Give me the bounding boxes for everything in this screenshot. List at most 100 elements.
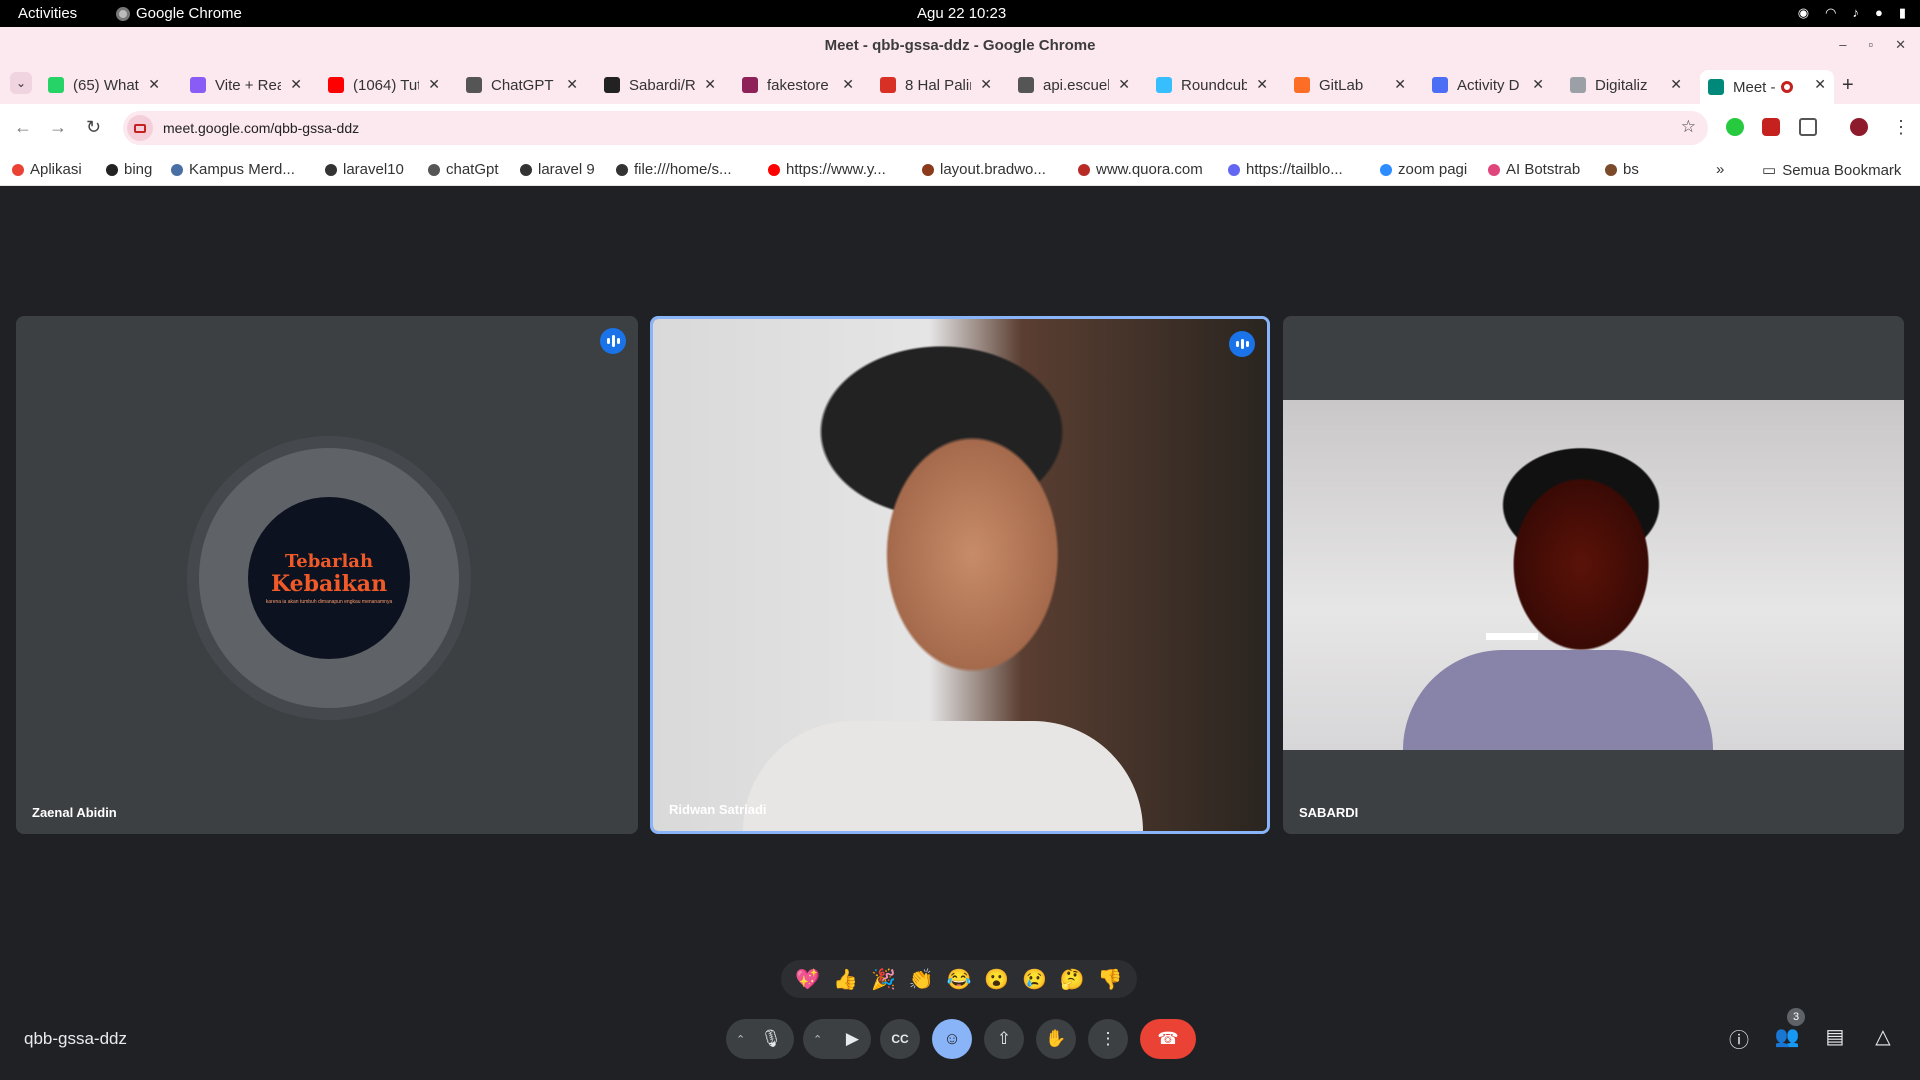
reaction-emoji[interactable]: 👍 bbox=[833, 967, 858, 992]
close-icon[interactable]: ✕ bbox=[1895, 37, 1906, 53]
site-info-icon[interactable] bbox=[127, 115, 153, 141]
chat-icon[interactable]: ▤ bbox=[1821, 1024, 1849, 1049]
bookmark-item[interactable]: AI Botstrab bbox=[1488, 161, 1580, 178]
browser-tab[interactable]: api.escuel ✕ bbox=[1010, 70, 1138, 100]
browser-tab[interactable]: Activity D ✕ bbox=[1424, 70, 1552, 100]
activities-button[interactable]: Activities bbox=[18, 5, 77, 22]
tab-close-icon[interactable]: ✕ bbox=[1256, 76, 1268, 93]
reaction-emoji[interactable]: 👎 bbox=[1098, 967, 1123, 992]
bookmark-item[interactable]: file:///home/s... bbox=[616, 161, 732, 178]
tab-close-icon[interactable]: ✕ bbox=[148, 76, 160, 93]
volume-icon[interactable]: ♪ bbox=[1852, 5, 1859, 21]
bookmark-favicon-icon bbox=[1605, 163, 1617, 176]
participant-name: Ridwan Satriadi bbox=[669, 802, 767, 817]
tab-close-icon[interactable]: ✕ bbox=[842, 76, 854, 93]
reaction-emoji[interactable]: 😮 bbox=[984, 967, 1009, 992]
bookmark-item[interactable]: www.quora.com bbox=[1078, 161, 1203, 178]
battery-icon[interactable]: ▮ bbox=[1899, 5, 1906, 21]
reaction-emoji[interactable]: 🎉 bbox=[871, 967, 896, 992]
reaction-emoji[interactable]: 👏 bbox=[909, 967, 934, 992]
extension-green-icon[interactable] bbox=[1726, 118, 1744, 136]
tab-close-icon[interactable]: ✕ bbox=[1118, 76, 1130, 93]
url-text[interactable]: meet.google.com/qbb-gssa-ddz bbox=[163, 120, 359, 136]
wifi-icon[interactable]: ◠ bbox=[1825, 5, 1836, 21]
participant-tile[interactable]: Ridwan Satriadi bbox=[650, 316, 1270, 834]
camera-control[interactable]: ⌃ ▶ bbox=[803, 1019, 871, 1059]
tab-close-icon[interactable]: ✕ bbox=[1670, 76, 1682, 93]
tab-close-icon[interactable]: ✕ bbox=[1814, 76, 1826, 93]
clock[interactable]: Agu 22 10:23 bbox=[917, 5, 1006, 22]
tab-close-icon[interactable]: ✕ bbox=[980, 76, 992, 93]
browser-tab[interactable]: Sabardi/R ✕ bbox=[596, 70, 724, 100]
camera-icon[interactable]: ▶ bbox=[846, 1029, 859, 1049]
browser-tab[interactable]: fakestore ✕ bbox=[734, 70, 862, 100]
discord-icon[interactable]: ◉ bbox=[1798, 5, 1809, 21]
tab-close-icon[interactable]: ✕ bbox=[290, 76, 302, 93]
profile-avatar[interactable] bbox=[1850, 118, 1868, 136]
present-screen-button[interactable]: ⇧ bbox=[984, 1019, 1024, 1059]
reaction-emoji[interactable]: 😂 bbox=[946, 967, 971, 992]
bookmark-item[interactable]: layout.bradwo... bbox=[922, 161, 1046, 178]
all-bookmarks-folder[interactable]: ▭ Semua Bookmark bbox=[1762, 161, 1901, 180]
tab-close-icon[interactable]: ✕ bbox=[704, 76, 716, 93]
bookmark-star-icon[interactable]: ☆ bbox=[1681, 117, 1696, 137]
bookmark-item[interactable]: laravel 9 bbox=[520, 161, 595, 178]
bookmark-item[interactable]: Aplikasi bbox=[12, 161, 82, 178]
bookmark-item[interactable]: Kampus Merd... bbox=[171, 161, 295, 178]
extensions-puzzle-icon[interactable] bbox=[1799, 118, 1817, 136]
bookmarks-overflow-icon[interactable]: » bbox=[1716, 161, 1724, 178]
microphone-icon[interactable]: 🎙 bbox=[760, 1029, 782, 1049]
mic-icon[interactable]: ● bbox=[1875, 5, 1883, 21]
system-tray[interactable]: ◉ ◠ ♪ ● ▮ bbox=[1798, 5, 1906, 21]
browser-tab[interactable]: (1064) Tut ✕ bbox=[320, 70, 448, 100]
bookmark-item[interactable]: chatGpt bbox=[428, 161, 499, 178]
tab-close-icon[interactable]: ✕ bbox=[428, 76, 440, 93]
reaction-emoji[interactable]: 😢 bbox=[1022, 967, 1047, 992]
bookmark-item[interactable]: https://tailblo... bbox=[1228, 161, 1343, 178]
forward-icon[interactable]: → bbox=[49, 117, 67, 138]
chevron-up-icon[interactable]: ⌃ bbox=[736, 1033, 745, 1046]
raise-hand-button[interactable]: ✋ bbox=[1036, 1019, 1076, 1059]
browser-tab[interactable]: Digitaliz ✕ bbox=[1562, 70, 1690, 100]
extension-red-icon[interactable] bbox=[1762, 118, 1780, 136]
browser-tab[interactable]: 8 Hal Palin ✕ bbox=[872, 70, 1000, 100]
activities-shapes-icon[interactable]: △ bbox=[1869, 1024, 1897, 1049]
browser-tab[interactable]: Roundcub ✕ bbox=[1148, 70, 1276, 100]
address-bar[interactable]: meet.google.com/qbb-gssa-ddz ☆ bbox=[123, 111, 1708, 145]
tab-close-icon[interactable]: ✕ bbox=[1394, 76, 1406, 93]
reaction-emoji[interactable]: 💖 bbox=[795, 967, 820, 992]
window-title-bar: Meet - qbb-gssa-ddz - Google Chrome – ▫ … bbox=[0, 27, 1920, 64]
maximize-icon[interactable]: ▫ bbox=[1868, 37, 1873, 53]
leave-call-button[interactable]: ☎ bbox=[1140, 1019, 1196, 1059]
browser-tab[interactable]: ChatGPT ✕ bbox=[458, 70, 586, 100]
browser-tab[interactable]: GitLab ✕ bbox=[1286, 70, 1414, 100]
back-icon[interactable]: ← bbox=[14, 117, 32, 138]
browser-tab[interactable]: Vite + Rea ✕ bbox=[182, 70, 310, 100]
bookmark-item[interactable]: zoom pagi bbox=[1380, 161, 1467, 178]
chrome-menu-icon[interactable]: ⋮ bbox=[1892, 117, 1910, 138]
minimize-icon[interactable]: – bbox=[1839, 37, 1846, 53]
microphone-control[interactable]: ⌃ 🎙 bbox=[726, 1019, 794, 1059]
participant-tile[interactable]: SABARDI bbox=[1283, 316, 1904, 834]
bookmark-item[interactable]: https://www.y... bbox=[768, 161, 886, 178]
browser-tab[interactable]: (65) What ✕ bbox=[40, 70, 168, 100]
captions-button[interactable]: CC bbox=[880, 1019, 920, 1059]
bookmark-item[interactable]: bs bbox=[1605, 161, 1639, 178]
tab-title: (65) What bbox=[73, 76, 139, 94]
app-menu[interactable]: Google Chrome bbox=[116, 5, 242, 22]
bookmark-item[interactable]: bing bbox=[106, 161, 152, 178]
meeting-info-icon[interactable]: ⓘ bbox=[1725, 1024, 1753, 1053]
bookmark-item[interactable]: laravel10 bbox=[325, 161, 404, 178]
emoji-reactions-button[interactable]: ☺ bbox=[932, 1019, 972, 1059]
tab-close-icon[interactable]: ✕ bbox=[1532, 76, 1544, 93]
more-options-button[interactable]: ⋮ bbox=[1088, 1019, 1128, 1059]
new-tab-button[interactable]: + bbox=[1842, 74, 1854, 97]
reload-icon[interactable]: ↻ bbox=[86, 117, 101, 138]
reaction-emoji[interactable]: 🤔 bbox=[1060, 967, 1085, 992]
tab-close-icon[interactable]: ✕ bbox=[566, 76, 578, 93]
people-icon[interactable]: 👥 bbox=[1773, 1024, 1801, 1049]
tab-search-icon[interactable]: ⌄ bbox=[10, 72, 32, 94]
browser-tab[interactable]: Meet - ✕ bbox=[1700, 70, 1834, 104]
chevron-up-icon[interactable]: ⌃ bbox=[813, 1033, 822, 1046]
participant-tile[interactable]: Tebarlah Kebaikan karena ia akan tumbuh … bbox=[16, 316, 638, 834]
